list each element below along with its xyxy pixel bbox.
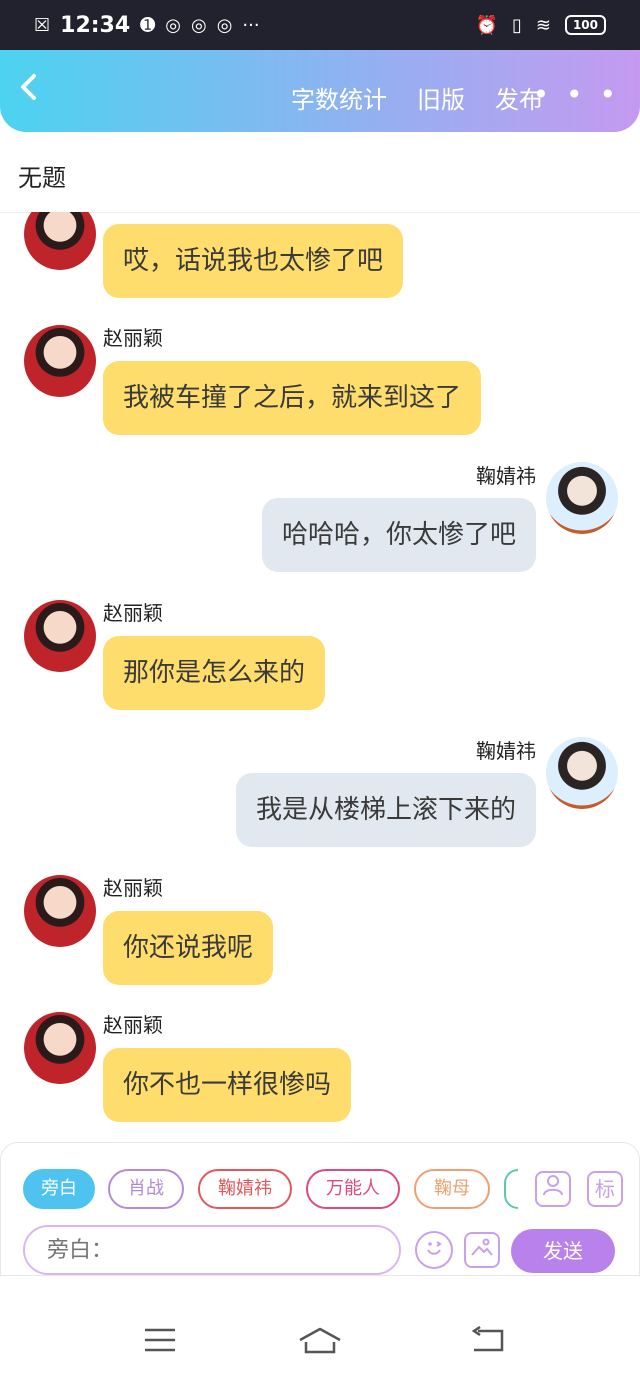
avatar[interactable] bbox=[24, 875, 96, 947]
chat-bubble[interactable]: 我被车撞了之后，就来到这了 bbox=[103, 361, 482, 435]
role-chip[interactable]: 肖战 bbox=[108, 1169, 184, 1209]
chat-bubble[interactable]: 哎，话说我也太惨了吧 bbox=[103, 224, 404, 298]
battery-indicator: 100 bbox=[564, 15, 606, 35]
avatar[interactable] bbox=[24, 212, 96, 270]
sender-name: 赵丽颖 bbox=[103, 876, 163, 900]
more-notifications-icon: ··· bbox=[242, 14, 260, 36]
message-input[interactable] bbox=[23, 1225, 401, 1275]
weibo-icon: ◎ bbox=[190, 14, 207, 36]
avatar[interactable] bbox=[24, 600, 96, 672]
chat-bubble[interactable]: 你还说我呢 bbox=[103, 911, 274, 985]
role-chip[interactable]: 鞠母 bbox=[414, 1169, 490, 1209]
avatar[interactable] bbox=[24, 325, 96, 397]
home-icon bbox=[299, 1327, 341, 1354]
mark-button[interactable]: 标 bbox=[587, 1171, 623, 1207]
emoji-icon bbox=[427, 1241, 442, 1255]
sender-name: 赵丽颖 bbox=[103, 326, 163, 350]
composer-panel: 旁白 肖战 鞠婧祎 万能人 鞠母 标 发送 bbox=[0, 1142, 640, 1276]
home-nav-button[interactable] bbox=[298, 1326, 344, 1356]
role-chip-narration[interactable]: 旁白 bbox=[23, 1169, 95, 1209]
system-nav-bar bbox=[0, 1276, 640, 1387]
status-time: 12:34 bbox=[60, 12, 131, 38]
notification-icon: ☒ bbox=[34, 14, 51, 36]
vibrate-icon: ▯ bbox=[511, 14, 522, 36]
story-title[interactable]: 无题 bbox=[18, 158, 66, 193]
image-icon[interactable] bbox=[464, 1232, 500, 1268]
chat-bubble[interactable]: 那你是怎么来的 bbox=[103, 636, 326, 710]
menu-icon bbox=[145, 1328, 175, 1352]
menu-nav-button[interactable] bbox=[143, 1326, 183, 1356]
sender-name: 赵丽颖 bbox=[103, 1013, 163, 1037]
chat-list[interactable]: 哎，话说我也太惨了吧 赵丽颖 我被车撞了之后，就来到这了 鞠婧祎 哈哈哈，你太惨… bbox=[0, 212, 640, 1142]
wifi-icon: ≋ bbox=[535, 14, 551, 36]
chat-bubble[interactable]: 你不也一样很惨吗 bbox=[103, 1048, 352, 1122]
sender-name: 鞠婧祎 bbox=[476, 464, 536, 488]
user-icon bbox=[543, 1175, 563, 1196]
word-count-button[interactable]: 字数统计 bbox=[291, 80, 387, 115]
role-chip[interactable]: 鞠婧祎 bbox=[198, 1169, 292, 1209]
back-arrow-icon bbox=[471, 1325, 504, 1352]
sender-name: 赵丽颖 bbox=[103, 601, 163, 625]
sender-name: 鞠婧祎 bbox=[476, 739, 536, 763]
app-header: 字数统计 旧版 发布 • • • bbox=[0, 50, 640, 132]
role-chip[interactable]: 万能人 bbox=[306, 1169, 400, 1209]
chat-bubble[interactable]: 哈哈哈，你太惨了吧 bbox=[261, 498, 536, 572]
chat-bubble[interactable]: 我是从楼梯上滚下来的 bbox=[235, 773, 536, 847]
compass-icon: ➊ bbox=[140, 14, 156, 36]
role-chip-partial[interactable] bbox=[504, 1169, 518, 1209]
avatar[interactable] bbox=[24, 1012, 96, 1084]
send-button[interactable]: 发送 bbox=[511, 1229, 615, 1273]
back-nav-button[interactable] bbox=[470, 1325, 510, 1356]
avatar[interactable] bbox=[546, 737, 618, 809]
emoji-icon[interactable] bbox=[415, 1231, 453, 1269]
image-icon bbox=[471, 1238, 493, 1256]
more-menu-button[interactable]: • • • bbox=[533, 78, 620, 111]
avatar[interactable] bbox=[546, 462, 618, 534]
back-button[interactable] bbox=[18, 72, 50, 110]
weibo-icon: ◎ bbox=[165, 14, 181, 36]
title-bar: 无题 bbox=[0, 132, 640, 213]
chevron-left-icon bbox=[21, 74, 36, 100]
old-version-button[interactable]: 旧版 bbox=[417, 80, 465, 115]
weibo-icon: ◎ bbox=[216, 14, 233, 36]
alarm-icon: ⏰ bbox=[475, 14, 498, 36]
role-manager-icon[interactable] bbox=[535, 1171, 571, 1207]
status-bar: ☒ 12:34 ➊ ◎ ◎ ◎ ··· ⏰ ▯ ≋ 100 bbox=[0, 0, 640, 50]
